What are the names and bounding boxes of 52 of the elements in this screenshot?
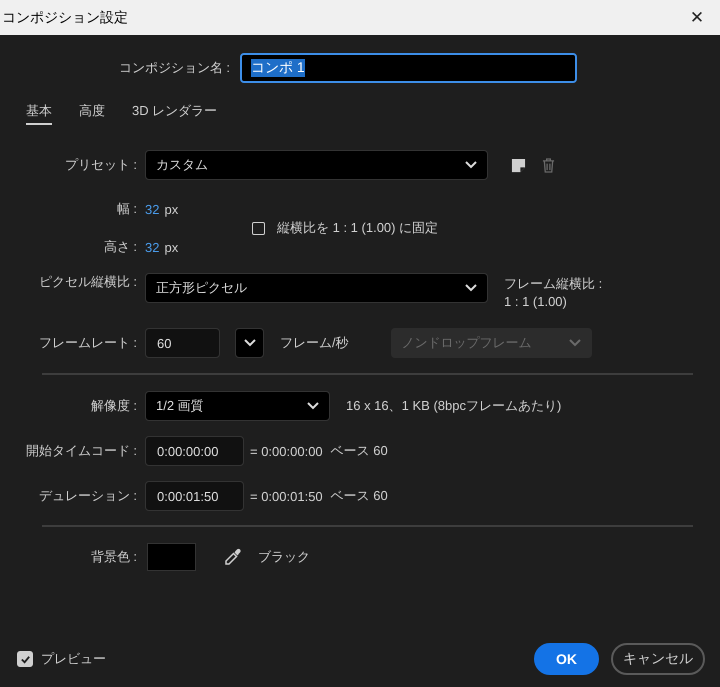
resolution-dropdown[interactable]: 1/2 画質 bbox=[145, 391, 330, 421]
color-swatch[interactable] bbox=[147, 543, 196, 571]
field-label: 幅 : bbox=[116, 200, 138, 218]
resolution-info: 16 x 16、1 KB (8bpcフレームあたり) bbox=[346, 397, 562, 415]
color-name: ブラック bbox=[258, 548, 310, 566]
timebase-label: ベース 60 bbox=[330, 487, 388, 505]
field-label: フレームレート : bbox=[38, 334, 138, 352]
field-label: コンポジション名 : bbox=[118, 59, 231, 77]
checkbox-label: 縦横比を 1 : 1 (1.00) に固定 bbox=[277, 219, 438, 237]
window-title: コンポジション設定 bbox=[2, 8, 128, 26]
timecode-field[interactable]: 0:00:00:00 bbox=[145, 436, 244, 466]
frame-aspect-value: 1 : 1 (1.00) bbox=[504, 293, 568, 311]
unit-label: フレーム/秒 bbox=[280, 334, 349, 352]
height-value[interactable]: 32 bbox=[145, 240, 160, 254]
unit-label: px bbox=[164, 240, 178, 254]
frame-rate-field[interactable]: 60 bbox=[145, 328, 220, 358]
chevron-icon bbox=[465, 161, 477, 169]
timecode-field[interactable]: 0:00:01:50 bbox=[145, 481, 244, 511]
tab[interactable]: 3D レンダラー bbox=[132, 99, 218, 125]
unit-label: px bbox=[164, 202, 178, 216]
timebase-label: ベース 60 bbox=[330, 442, 388, 460]
frame-rate-menu-button[interactable] bbox=[235, 328, 264, 358]
pixel-aspect-dropdown[interactable]: 正方形ピクセル bbox=[145, 273, 488, 303]
chevron-icon bbox=[465, 284, 477, 292]
checkbox-label: プレビュー bbox=[41, 650, 106, 668]
tab[interactable]: 高度 bbox=[79, 99, 105, 125]
field-label: 開始タイムコード : bbox=[24, 442, 138, 460]
field-label: 高さ : bbox=[102, 238, 138, 256]
close-button[interactable]: ✕ bbox=[674, 0, 720, 35]
preview-checkbox[interactable] bbox=[17, 651, 33, 667]
new-preset-icon[interactable] bbox=[511, 158, 526, 172]
field-label: プリセット : bbox=[64, 156, 138, 174]
frame-aspect-label: フレーム縦横比 : bbox=[504, 275, 602, 293]
field-label: ピクセル縦横比 : bbox=[38, 273, 138, 291]
trash-icon[interactable] bbox=[542, 158, 555, 172]
field-label: 背景色 : bbox=[90, 548, 138, 566]
timecode-equivalent: = 0:00:01:50 bbox=[250, 488, 323, 504]
chevron-icon bbox=[244, 339, 256, 347]
timecode-equivalent: = 0:00:00:00 bbox=[250, 444, 323, 458]
name-field[interactable]: コンポ 1 bbox=[240, 53, 577, 83]
lock-checkbox[interactable] bbox=[252, 222, 265, 234]
eyedropper-icon[interactable] bbox=[224, 548, 242, 566]
cancel-button[interactable]: キャンセル bbox=[611, 643, 705, 675]
tab[interactable]: 基本 bbox=[26, 99, 52, 125]
preset-dropdown[interactable]: カスタム bbox=[145, 150, 488, 180]
chevron-icon bbox=[307, 402, 319, 410]
chevron-icon bbox=[568, 339, 581, 347]
field-label: 解像度 : bbox=[90, 397, 138, 415]
width-value[interactable]: 32 bbox=[145, 202, 160, 216]
field-label: デュレーション : bbox=[38, 487, 138, 505]
ok-button[interactable]: OK bbox=[534, 643, 599, 675]
check-icon bbox=[20, 654, 30, 664]
